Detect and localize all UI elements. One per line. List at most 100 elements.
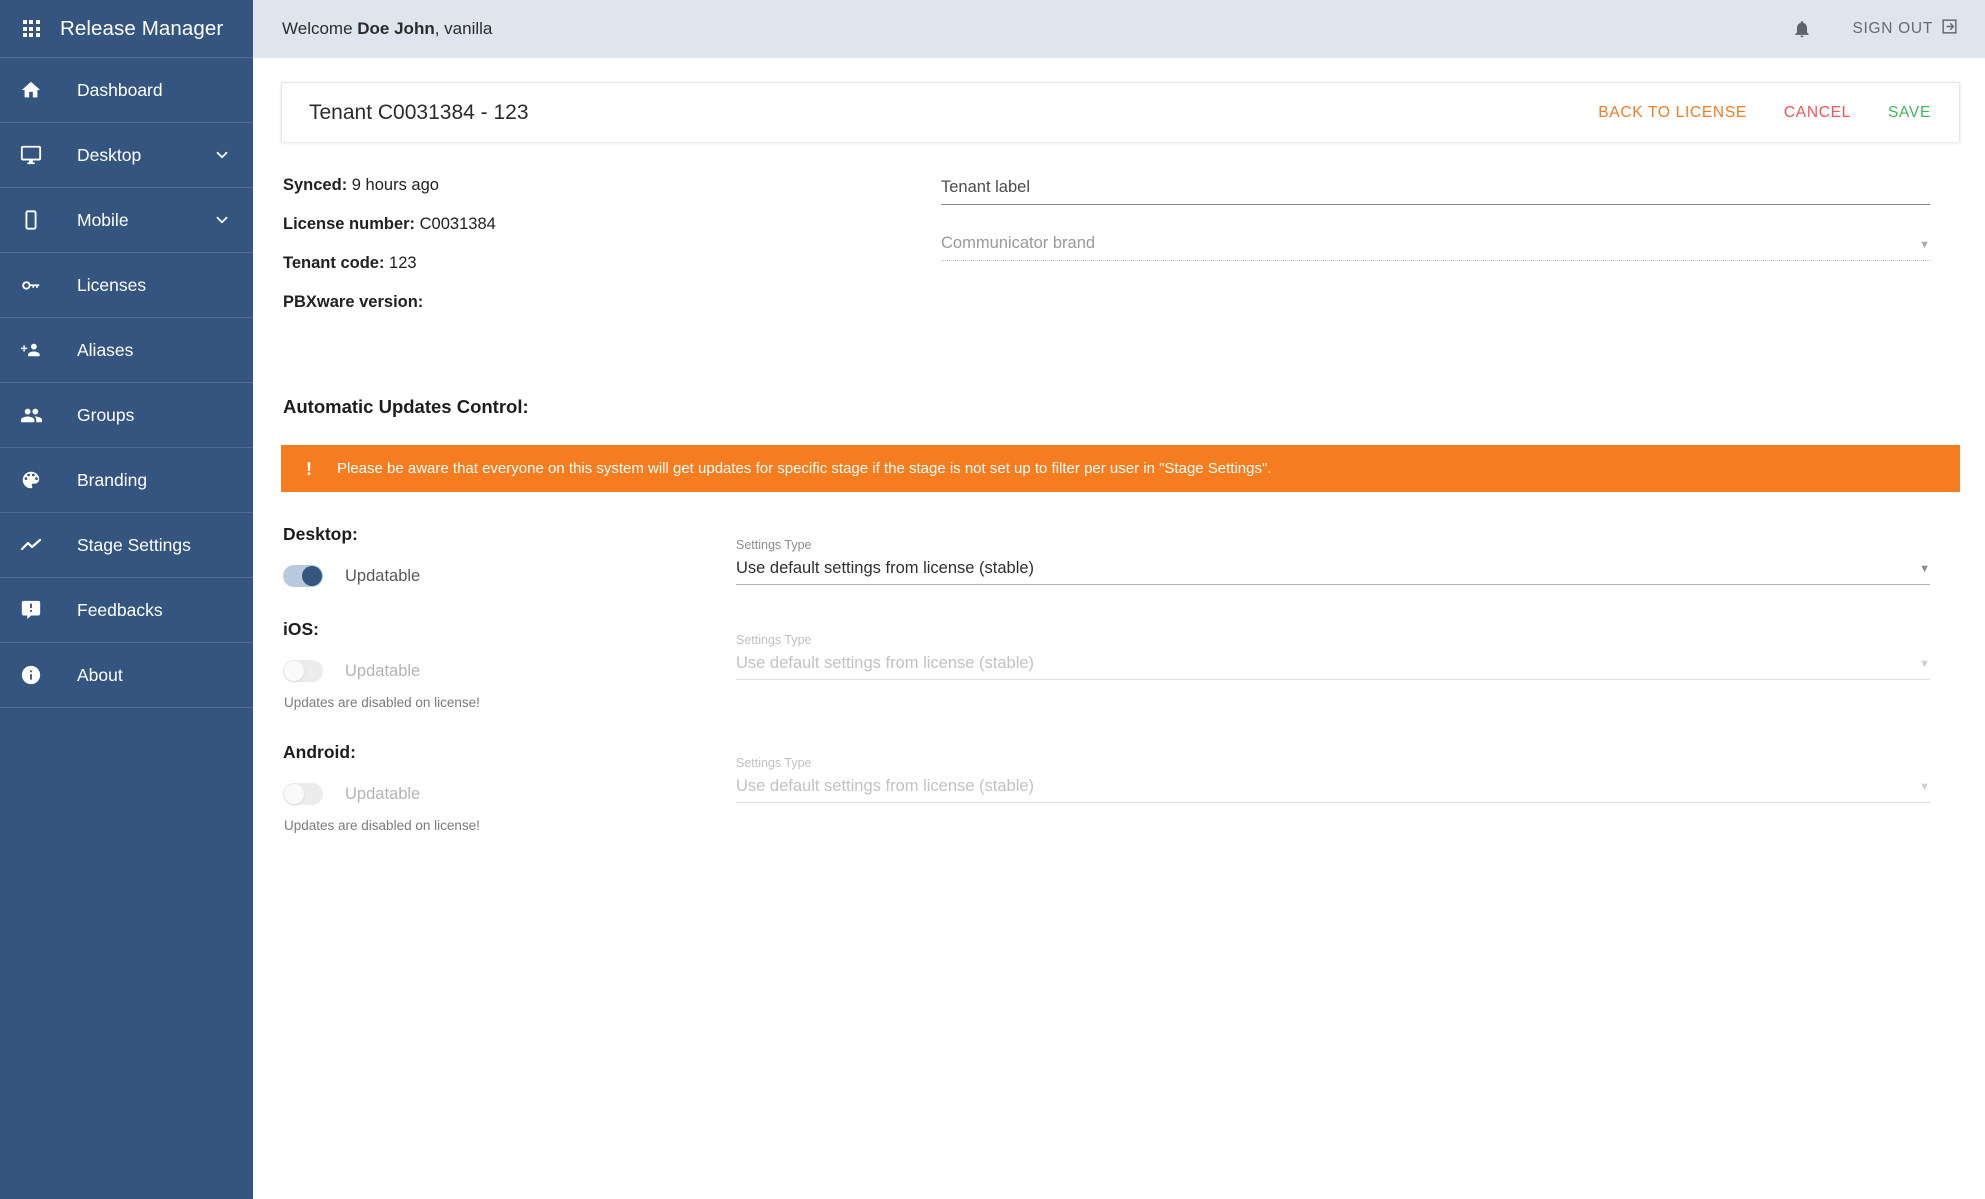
android-disabled-note: Updates are disabled on license! (284, 818, 480, 833)
ios-disabled-note: Updates are disabled on license! (284, 695, 480, 710)
welcome-suffix: , vanilla (434, 19, 493, 38)
sign-out-button[interactable]: SIGN OUT (1852, 17, 1959, 41)
tenant-form-body: Synced: 9 hours ago License number: C003… (281, 142, 1960, 833)
desktop-settings-type-field: Settings Type Use default settings from … (736, 538, 1930, 585)
sidebar-item-label: Aliases (77, 339, 134, 360)
platform-settings-column: Settings Type Use default settings from … (736, 742, 1960, 833)
sign-out-label: SIGN OUT (1852, 20, 1933, 37)
sidebar-item-label: Mobile (77, 209, 129, 230)
info-label: PBXware version: (283, 293, 424, 311)
top-bar: Welcome Doe John, vanilla SIGN OUT (253, 0, 1985, 58)
android-updatable-toggle (283, 783, 323, 805)
notification-bell-icon[interactable] (1792, 19, 1812, 39)
welcome-user-name: Doe John (357, 19, 435, 38)
sidebar-brand[interactable]: Release Manager (0, 0, 253, 58)
person-add-icon (12, 339, 50, 362)
sidebar-item-aliases[interactable]: Aliases (0, 318, 253, 383)
sidebar-item-groups[interactable]: Groups (0, 383, 253, 448)
info-label: Tenant code: (283, 254, 385, 272)
home-icon (12, 79, 50, 101)
info-label: Synced: (283, 176, 348, 194)
sidebar-item-stage-settings[interactable]: Stage Settings (0, 513, 253, 578)
platform-toggle-column: iOS: Updatable Updates are disabled on l… (281, 619, 736, 710)
sidebar-item-dashboard[interactable]: Dashboard (0, 58, 253, 123)
tenant-label-input[interactable] (941, 178, 1930, 205)
chevron-down-icon: ▼ (1919, 658, 1930, 670)
platform-name: Desktop: (283, 524, 358, 544)
android-settings-type-select: Use default settings from license (stabl… (736, 777, 1930, 803)
desktop-settings-type-select[interactable]: Use default settings from license (stabl… (736, 559, 1930, 585)
brand-title: Release Manager (60, 16, 224, 40)
desktop-updatable-toggle[interactable] (283, 565, 323, 587)
toggle-label: Updatable (345, 566, 421, 585)
sidebar-item-feedbacks[interactable]: Feedbacks (0, 578, 253, 643)
platform-toggle-row: Updatable (283, 565, 736, 587)
monitor-icon (12, 144, 50, 166)
tenant-form-fields: Communicator brand ▼ (941, 176, 1960, 332)
chevron-down-icon[interactable] (213, 146, 231, 164)
ios-updatable-toggle (283, 660, 323, 682)
automatic-updates-section-title: Automatic Updates Control: (283, 396, 529, 417)
cancel-button[interactable]: CANCEL (1784, 104, 1851, 122)
chevron-down-icon[interactable] (213, 211, 231, 229)
info-value: 123 (389, 254, 417, 272)
info-row: License number: C0031384 (283, 215, 941, 234)
sidebar-item-branding[interactable]: Branding (0, 448, 253, 513)
chevron-down-icon: ▼ (1919, 563, 1930, 575)
feedback-icon (12, 599, 50, 621)
sidebar-item-label: Groups (77, 404, 135, 425)
page-title: Tenant C0031384 - 123 (309, 100, 529, 124)
tenant-label-field (941, 178, 1930, 205)
communicator-brand-placeholder: Communicator brand (941, 234, 1096, 252)
sidebar-item-label: Licenses (77, 274, 147, 295)
toggle-label: Updatable (345, 661, 421, 680)
communicator-brand-field: Communicator brand ▼ (941, 234, 1930, 261)
warning-exclamation-icon: ! (306, 458, 312, 479)
platform-name: Android: (283, 742, 356, 762)
platform-block-desktop: Desktop: Updatable Settings Type Use def… (281, 524, 1960, 587)
card-action-bar: BACK TO LICENSE CANCEL SAVE (1598, 104, 1931, 122)
sidebar-item-desktop[interactable]: Desktop (0, 123, 253, 188)
sidebar-item-licenses[interactable]: Licenses (0, 253, 253, 318)
welcome-message: Welcome Doe John, vanilla (282, 19, 492, 39)
palette-icon (12, 469, 50, 491)
settings-type-value: Use default settings from license (stabl… (736, 777, 1035, 795)
back-to-license-button[interactable]: BACK TO LICENSE (1598, 104, 1747, 122)
settings-type-label: Settings Type (736, 538, 812, 552)
info-row: Tenant code: 123 (283, 254, 941, 273)
communicator-brand-select[interactable]: Communicator brand ▼ (941, 234, 1930, 261)
updates-warning-banner: ! Please be aware that everyone on this … (281, 445, 1960, 492)
phone-icon (12, 209, 50, 231)
sidebar-item-about[interactable]: About (0, 643, 253, 708)
sidebar-item-label: Dashboard (77, 79, 163, 100)
ios-settings-type-field: Settings Type Use default settings from … (736, 633, 1930, 680)
settings-type-value: Use default settings from license (stabl… (736, 559, 1035, 577)
sidebar: Release Manager Dashboard Desktop Mobile… (0, 0, 253, 1199)
apps-grid-icon[interactable] (14, 20, 48, 37)
info-label: License number: (283, 215, 416, 233)
exit-to-app-icon (1940, 17, 1959, 41)
platform-toggle-row: Updatable (283, 660, 736, 682)
settings-type-label: Settings Type (736, 633, 812, 647)
key-icon (12, 274, 50, 296)
sidebar-nav: Dashboard Desktop Mobile Licenses Aliase… (0, 58, 253, 1199)
platform-settings-column: Settings Type Use default settings from … (736, 619, 1960, 710)
save-button[interactable]: SAVE (1888, 104, 1931, 122)
warning-banner-text: Please be aware that everyone on this sy… (337, 460, 1272, 477)
platform-block-android: Android: Updatable Updates are disabled … (281, 742, 1960, 833)
platform-name: iOS: (283, 619, 319, 639)
platform-toggle-column: Android: Updatable Updates are disabled … (281, 742, 736, 833)
sidebar-item-mobile[interactable]: Mobile (0, 188, 253, 253)
platform-block-ios: iOS: Updatable Updates are disabled on l… (281, 619, 1960, 710)
android-settings-type-field: Settings Type Use default settings from … (736, 756, 1930, 803)
tenant-card-header: Tenant C0031384 - 123 BACK TO LICENSE CA… (281, 82, 1960, 142)
sidebar-item-label: Branding (77, 469, 148, 490)
app-root: Release Manager Dashboard Desktop Mobile… (0, 0, 1985, 1199)
sidebar-item-label: About (77, 664, 123, 685)
page-content: Tenant C0031384 - 123 BACK TO LICENSE CA… (253, 58, 1985, 1199)
people-icon (12, 404, 50, 427)
settings-type-label: Settings Type (736, 756, 812, 770)
info-row: Synced: 9 hours ago (283, 176, 941, 195)
toggle-label: Updatable (345, 784, 421, 803)
top-bar-actions: SIGN OUT (1792, 17, 1959, 41)
